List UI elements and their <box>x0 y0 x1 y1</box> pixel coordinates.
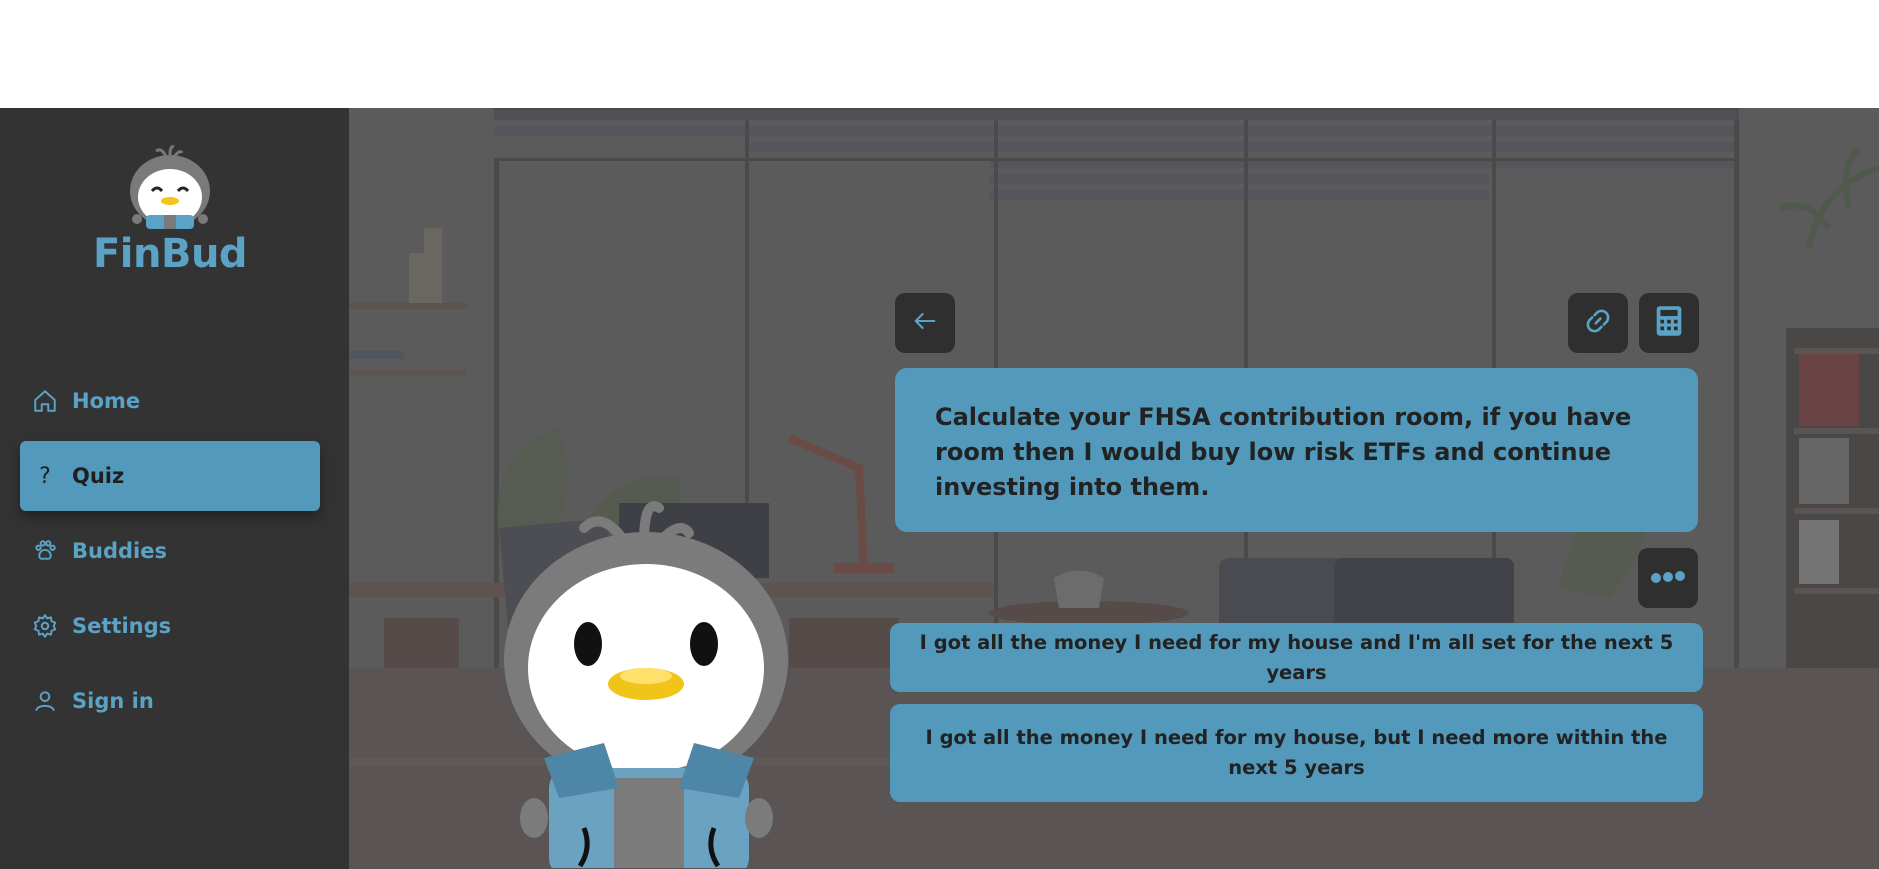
nav-label-quiz: Quiz <box>72 464 125 488</box>
paw-icon <box>30 536 60 566</box>
sidebar: FinBud Home ? Quiz Buddies Settings Sign… <box>0 108 349 869</box>
user-icon <box>30 686 60 716</box>
back-button[interactable] <box>895 293 955 353</box>
nav-item-settings[interactable]: Settings <box>20 591 320 661</box>
question-icon: ? <box>39 463 51 489</box>
quiz-question: Calculate your FHSA contribution room, i… <box>895 368 1698 532</box>
arrow-left-icon <box>911 307 939 339</box>
nav-label-home: Home <box>72 389 141 413</box>
more-options-button[interactable] <box>1638 548 1698 608</box>
nav-item-home[interactable]: Home <box>20 366 320 436</box>
calculator-icon <box>1654 305 1684 341</box>
top-bar <box>0 0 1879 108</box>
nav-label-settings: Settings <box>72 614 172 638</box>
link-button[interactable] <box>1568 293 1628 353</box>
nav-item-sign-in[interactable]: Sign in <box>20 666 320 736</box>
more-dots-icon <box>1650 569 1686 588</box>
penguin-mascot-icon <box>504 501 788 868</box>
calculator-button[interactable] <box>1639 293 1699 353</box>
answer-option-2[interactable]: I got all the money I need for my house,… <box>890 704 1703 802</box>
home-icon <box>30 386 60 416</box>
penguin-logo-icon <box>130 145 210 229</box>
nav-label-sign-in: Sign in <box>72 689 154 713</box>
link-icon <box>1584 307 1612 339</box>
logo-wordmark: FinBud <box>92 231 248 277</box>
finbud-logo[interactable]: FinBud <box>90 143 250 277</box>
nav-item-quiz[interactable]: ? Quiz <box>20 441 320 511</box>
nav-item-buddies[interactable]: Buddies <box>20 516 320 586</box>
gear-icon <box>30 611 60 641</box>
nav-label-buddies: Buddies <box>72 539 167 563</box>
answer-option-1[interactable]: I got all the money I need for my house … <box>890 623 1703 692</box>
